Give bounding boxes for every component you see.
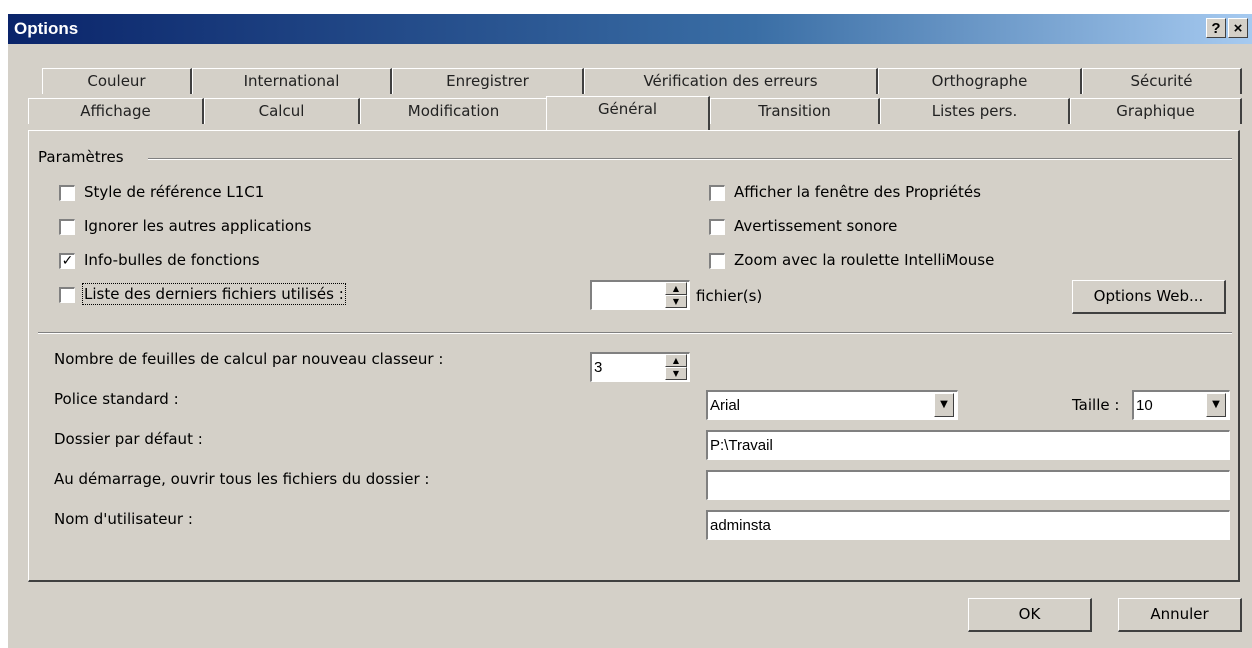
spin-down-icon[interactable]: ▼ [665, 367, 687, 380]
options-web-button[interactable]: Options Web... [1072, 280, 1226, 314]
label-demarrage-dossier: Au démarrage, ouvrir tous les fichiers d… [54, 470, 430, 488]
label-avertissement-sonore[interactable]: Avertissement sonore [734, 217, 897, 235]
checkbox-ignorer-applications[interactable] [59, 219, 75, 235]
label-nombre-feuilles: Nombre de feuilles de calcul par nouveau… [54, 350, 444, 368]
label-dossier-defaut: Dossier par défaut : [54, 430, 203, 448]
window-title: Options [14, 19, 79, 38]
size-dropdown-arrow-icon[interactable]: ▼ [1206, 393, 1226, 417]
tab-verification-erreurs[interactable]: Vérification des erreurs [584, 68, 878, 94]
tab-international[interactable]: International [192, 68, 392, 94]
label-ignorer-applications[interactable]: Ignorer les autres applications [84, 217, 311, 235]
title-bar[interactable]: Options ? × [8, 14, 1252, 44]
label-nom-utilisateur: Nom d'utilisateur : [54, 510, 193, 528]
tab-couleur[interactable]: Couleur [42, 68, 192, 94]
options-dialog: Options ? × Couleur International Enregi… [8, 14, 1252, 648]
tab-transition[interactable]: Transition [710, 98, 880, 124]
tab-calcul[interactable]: Calcul [204, 98, 360, 124]
checkbox-zoom-intellimouse[interactable] [709, 253, 725, 269]
label-fichiers-unit: fichier(s) [696, 287, 763, 305]
label-style-reference-l1c1[interactable]: Style de référence L1C1 [84, 183, 264, 201]
user-name-input[interactable]: adminsta [706, 510, 1230, 540]
tab-modification[interactable]: Modification [360, 98, 548, 124]
checkbox-liste-derniers-fichiers[interactable] [59, 287, 75, 303]
group-title-parametres: Paramètres [38, 148, 124, 166]
label-police-standard: Police standard : [54, 390, 179, 408]
spin-up-icon[interactable]: ▲ [665, 354, 687, 367]
section-separator [38, 332, 1232, 334]
tab-securite[interactable]: Sécurité [1082, 68, 1242, 94]
label-taille: Taille : [1072, 396, 1120, 414]
label-afficher-proprietes[interactable]: Afficher la fenêtre des Propriétés [734, 183, 981, 201]
cancel-button[interactable]: Annuler [1118, 598, 1242, 632]
checkbox-info-bulles[interactable]: ✓ [59, 253, 75, 269]
tab-graphique[interactable]: Graphique [1070, 98, 1242, 124]
help-icon[interactable]: ? [1206, 18, 1226, 38]
sheets-count-spinner[interactable]: ▲ ▼ [665, 354, 687, 380]
recent-files-spinner[interactable]: ▲ ▼ [665, 282, 687, 308]
spin-up-icon[interactable]: ▲ [665, 282, 687, 295]
tab-affichage[interactable]: Affichage [28, 98, 204, 124]
tab-enregistrer[interactable]: Enregistrer [392, 68, 584, 94]
checkbox-style-reference-l1c1[interactable] [59, 185, 75, 201]
font-select[interactable]: Arial [706, 390, 958, 420]
label-zoom-intellimouse[interactable]: Zoom avec la roulette IntelliMouse [734, 251, 994, 269]
tab-orthographe[interactable]: Orthographe [878, 68, 1082, 94]
checkbox-afficher-proprietes[interactable] [709, 185, 725, 201]
ok-button[interactable]: OK [968, 598, 1092, 632]
startup-folder-input[interactable] [706, 470, 1230, 500]
tab-general[interactable]: Général [546, 96, 710, 130]
label-liste-derniers-fichiers[interactable]: Liste des derniers fichiers utilisés : [82, 283, 346, 305]
font-dropdown-arrow-icon[interactable]: ▼ [934, 393, 954, 417]
checkbox-avertissement-sonore[interactable] [709, 219, 725, 235]
default-folder-input[interactable]: P:\Travail [706, 430, 1230, 460]
group-separator [148, 158, 1232, 160]
tab-listes-pers[interactable]: Listes pers. [880, 98, 1070, 124]
label-info-bulles[interactable]: Info-bulles de fonctions [84, 251, 260, 269]
close-icon[interactable]: × [1228, 18, 1248, 38]
spin-down-icon[interactable]: ▼ [665, 295, 687, 308]
